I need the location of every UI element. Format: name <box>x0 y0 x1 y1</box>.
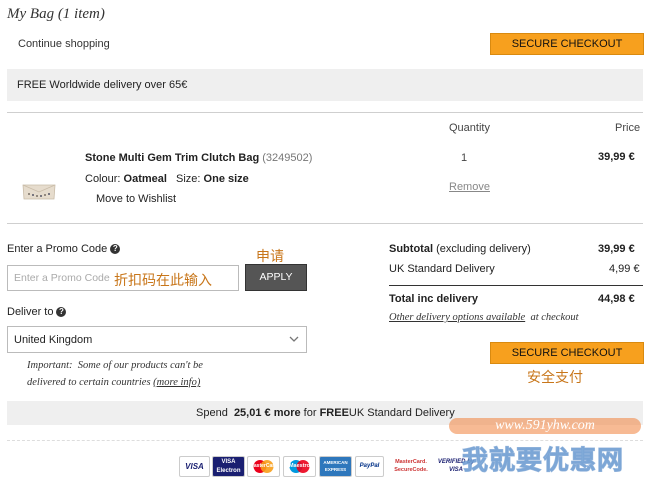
subtotal-value: 39,99 € <box>598 243 635 255</box>
apply-button[interactable]: APPLY <box>245 264 307 291</box>
mastercard-logo: MasterCard <box>247 456 280 477</box>
promo-code-input[interactable]: Enter a Promo Code 折扣码在此输入 <box>7 265 239 291</box>
help-icon[interactable]: ? <box>56 307 67 317</box>
promo-label: Enter a Promo Code <box>7 243 108 255</box>
visa-logo: VISA <box>179 456 210 477</box>
size-label: Size: <box>176 173 201 185</box>
important-note-line2: delivered to certain countries (more inf… <box>27 377 200 388</box>
other-delivery-row: Other delivery options available at chec… <box>389 312 579 323</box>
important-note-line1: Important: Some of our products can't be <box>27 360 203 371</box>
column-header-price: Price <box>615 122 641 134</box>
subtotal-row: Subtotal (excluding delivery) <box>389 243 531 255</box>
move-to-wishlist-link[interactable]: Move to Wishlist <box>96 193 176 205</box>
secure-checkout-button-bottom[interactable]: SECURE CHECKOUT <box>490 342 644 364</box>
product-options: Colour: Oatmeal Size: One size <box>85 173 249 185</box>
deliver-label-row: Deliver to? <box>7 306 67 318</box>
total-label: Total inc delivery <box>389 293 479 305</box>
uk-delivery-label: UK Standard Delivery <box>389 263 495 275</box>
promo-placeholder: Enter a Promo Code <box>14 272 110 284</box>
annotation-input: 折扣码在此输入 <box>114 273 212 289</box>
other-delivery-suffix: at checkout <box>530 312 579 323</box>
item-price: 39,99 € <box>598 151 635 163</box>
secure-checkout-button-top[interactable]: SECURE CHECKOUT <box>490 33 644 55</box>
spend-message: Spend 25,01 € more for FREEUK Standard D… <box>196 407 455 419</box>
colour-value: Oatmeal <box>123 173 167 185</box>
divider <box>7 112 643 113</box>
colour-label: Colour: <box>85 173 121 185</box>
country-select[interactable]: United Kingdom <box>7 326 307 353</box>
spend-prefix: Spend <box>196 407 228 419</box>
subtotal-note: (excluding delivery) <box>436 243 531 255</box>
promo-label-row: Enter a Promo Code? <box>7 243 121 255</box>
size-value: One size <box>203 173 249 185</box>
more-info-link[interactable]: (more info) <box>153 377 200 388</box>
product-name-row: Stone Multi Gem Trim Clutch Bag (3249502… <box>85 152 312 164</box>
page-title: My Bag (1 item) <box>7 6 105 22</box>
product-name[interactable]: Stone Multi Gem Trim Clutch Bag <box>85 152 259 164</box>
important-text-2: delivered to certain countries <box>27 377 151 388</box>
important-label: Important: <box>27 360 73 371</box>
spend-more: more <box>273 407 301 419</box>
spend-for: for <box>303 407 317 419</box>
summary-divider <box>389 285 643 286</box>
continue-shopping-link[interactable]: Continue shopping <box>18 38 110 50</box>
help-icon[interactable]: ? <box>110 244 121 254</box>
subtotal-label: Subtotal <box>389 243 433 255</box>
watermark-text: 我就要优惠网 <box>461 446 625 477</box>
total-value: 44,98 € <box>598 293 635 305</box>
annotation-checkout: 安全支付 <box>527 370 583 386</box>
delivery-banner: FREE Worldwide delivery over 65€ <box>7 69 643 101</box>
annotation-apply: 申请 <box>256 249 284 265</box>
deliver-label: Deliver to <box>7 306 54 318</box>
amex-logo: AMERICAN EXPRESS <box>319 456 352 477</box>
maestro-label: Maestro <box>288 463 311 469</box>
product-image[interactable] <box>21 180 57 201</box>
important-text: Some of our products can't be <box>77 360 203 371</box>
visa-electron-logo: VISA Electron <box>212 456 245 477</box>
uk-delivery-value: 4,99 € <box>609 263 640 275</box>
country-selected-value: United Kingdom <box>14 334 93 346</box>
chevron-down-icon <box>289 336 299 342</box>
product-code: (3249502) <box>262 152 313 164</box>
divider <box>7 223 643 224</box>
remove-link[interactable]: Remove <box>449 181 490 193</box>
mastercard-label: MasterCard <box>249 463 278 469</box>
other-delivery-link[interactable]: Other delivery options available <box>389 312 525 323</box>
column-header-quantity: Quantity <box>449 122 490 134</box>
paypal-logo: PayPal <box>355 456 384 477</box>
spend-amount: 25,01 € <box>233 407 271 419</box>
watermark-url: www.591yhw.com <box>449 418 641 434</box>
item-quantity[interactable]: 1 <box>461 152 467 164</box>
spend-suffix: UK Standard Delivery <box>348 407 455 419</box>
spend-free: FREE <box>319 407 349 419</box>
mastercard-securecode-logo: MasterCard. SecureCode. <box>387 456 435 477</box>
delivery-banner-text: FREE Worldwide delivery over 65€ <box>17 79 188 91</box>
maestro-logo: Maestro <box>283 456 316 477</box>
